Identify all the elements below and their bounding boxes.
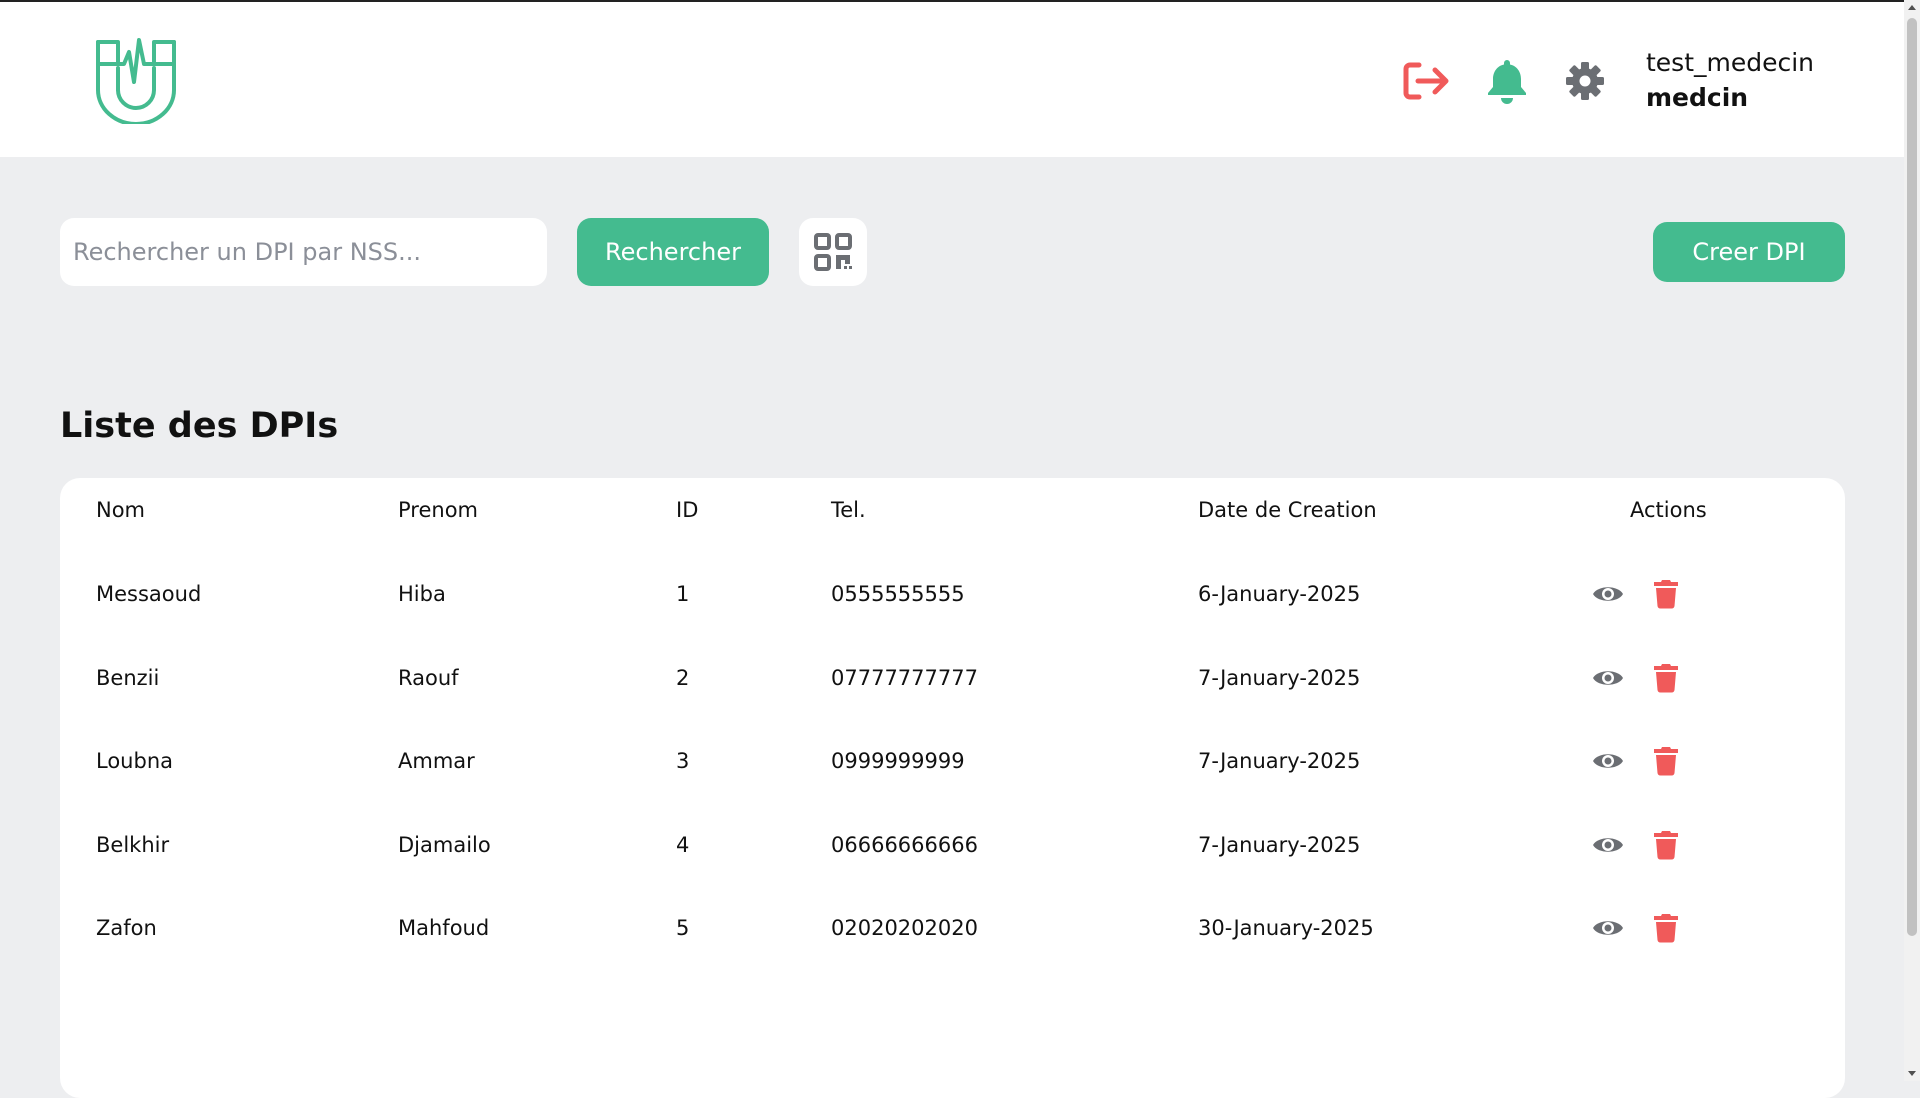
trash-icon xyxy=(1654,664,1678,693)
user-role: medcin xyxy=(1646,83,1749,112)
cell-id: 4 xyxy=(676,833,690,857)
table-row[interactable]: Belkhir Djamailo 4 06666666666 7-January… xyxy=(60,828,1845,888)
column-header-prenom[interactable]: Prenom xyxy=(398,498,478,522)
cell-tel: 02020202020 xyxy=(831,916,978,940)
cell-nom: Messaoud xyxy=(96,582,202,606)
view-button[interactable] xyxy=(1590,828,1626,862)
eye-icon xyxy=(1593,838,1623,852)
cell-prenom: Djamailo xyxy=(398,833,491,857)
list-title: Liste des DPIs xyxy=(60,406,339,446)
bell-icon[interactable] xyxy=(1483,57,1531,105)
cell-tel: 06666666666 xyxy=(831,833,978,857)
column-header-date[interactable]: Date de Creation xyxy=(1198,498,1377,522)
table-row[interactable]: Benzii Raouf 2 07777777777 7-January-202… xyxy=(60,661,1845,721)
delete-button[interactable] xyxy=(1648,661,1684,695)
trash-icon xyxy=(1654,580,1678,609)
scroll-up-arrow[interactable] xyxy=(1908,5,1916,10)
qr-scan-button[interactable] xyxy=(799,218,867,286)
trash-icon xyxy=(1654,747,1678,776)
cell-date: 6-January-2025 xyxy=(1198,582,1361,606)
table-row[interactable]: Messaoud Hiba 1 0555555555 6-January-202… xyxy=(60,577,1845,637)
search-button[interactable]: Rechercher xyxy=(577,218,769,286)
page-scrollbar[interactable] xyxy=(1904,0,1920,1081)
app-header: test_medecin medcin xyxy=(0,2,1904,157)
search-input[interactable] xyxy=(60,218,547,286)
user-info: test_medecin medcin xyxy=(1646,46,1814,116)
cell-prenom: Raouf xyxy=(398,666,459,690)
eye-icon xyxy=(1593,921,1623,935)
cell-id: 3 xyxy=(676,749,690,773)
column-header-tel[interactable]: Tel. xyxy=(831,498,866,522)
eye-icon xyxy=(1593,587,1623,601)
cell-date: 30-January-2025 xyxy=(1198,916,1374,940)
trash-icon xyxy=(1654,914,1678,943)
view-button[interactable] xyxy=(1590,577,1626,611)
column-header-nom[interactable]: Nom xyxy=(96,498,145,522)
table-row[interactable]: Zafon Mahfoud 5 02020202020 30-January-2… xyxy=(60,911,1845,971)
column-header-actions: Actions xyxy=(1630,498,1707,522)
column-header-id[interactable]: ID xyxy=(676,498,698,522)
gear-icon[interactable] xyxy=(1561,57,1609,105)
cell-prenom: Mahfoud xyxy=(398,916,490,940)
dpi-table: Nom Prenom ID Tel. Date de Creation Acti… xyxy=(60,478,1845,1098)
delete-button[interactable] xyxy=(1648,577,1684,611)
cell-nom: Benzii xyxy=(96,666,160,690)
delete-button[interactable] xyxy=(1648,911,1684,945)
cell-id: 5 xyxy=(676,916,690,940)
cell-tel: 07777777777 xyxy=(831,666,978,690)
cell-prenom: Ammar xyxy=(398,749,475,773)
cell-prenom: Hiba xyxy=(398,582,446,606)
scrollbar-thumb[interactable] xyxy=(1907,18,1917,936)
cell-date: 7-January-2025 xyxy=(1198,749,1361,773)
view-button[interactable] xyxy=(1590,744,1626,778)
cell-date: 7-January-2025 xyxy=(1198,666,1361,690)
create-dpi-button[interactable]: Creer DPI xyxy=(1653,222,1845,282)
cell-tel: 0999999999 xyxy=(831,749,965,773)
cell-tel: 0555555555 xyxy=(831,582,965,606)
app-logo[interactable] xyxy=(94,38,178,126)
view-button[interactable] xyxy=(1590,661,1626,695)
cell-id: 1 xyxy=(676,582,690,606)
delete-button[interactable] xyxy=(1648,744,1684,778)
logout-icon[interactable] xyxy=(1402,57,1450,105)
table-row[interactable]: Loubna Ammar 3 0999999999 7-January-2025 xyxy=(60,744,1845,804)
cell-date: 7-January-2025 xyxy=(1198,833,1361,857)
user-name: test_medecin xyxy=(1646,48,1815,77)
cell-nom: Loubna xyxy=(96,749,173,773)
cell-id: 2 xyxy=(676,666,690,690)
scroll-down-arrow[interactable] xyxy=(1908,1071,1916,1076)
cell-nom: Zafon xyxy=(96,916,157,940)
view-button[interactable] xyxy=(1590,911,1626,945)
eye-icon xyxy=(1593,754,1623,768)
delete-button[interactable] xyxy=(1648,828,1684,862)
eye-icon xyxy=(1593,671,1623,685)
qr-code-icon xyxy=(814,233,852,271)
trash-icon xyxy=(1654,831,1678,860)
cell-nom: Belkhir xyxy=(96,833,170,857)
